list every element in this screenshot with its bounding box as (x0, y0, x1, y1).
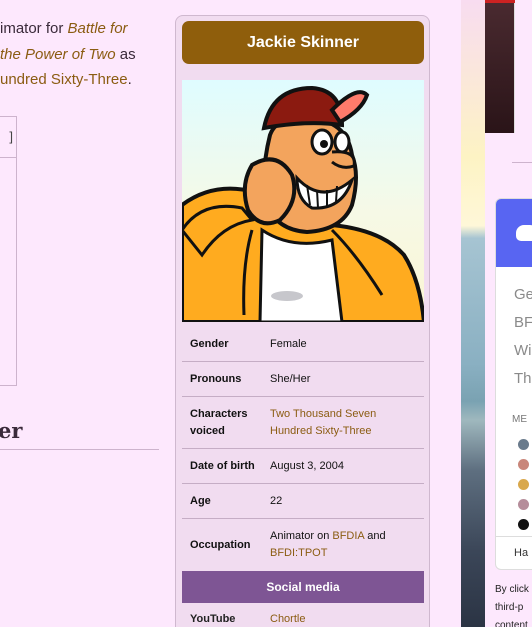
row-label: Gender (190, 338, 229, 350)
row-label: Age (190, 494, 211, 507)
infobox-row-pronouns: Pronouns She/Her (182, 362, 424, 397)
portrait-drawing (182, 80, 424, 322)
discord-icon (516, 225, 532, 241)
discord-widget[interactable]: Ge BF Wi Th Ha (495, 198, 532, 570)
row-label: Characters voiced (190, 407, 248, 437)
row-label: YouTube (190, 613, 236, 625)
article-text: as (115, 45, 136, 63)
avatar (518, 459, 529, 470)
row-label: Date of birth (190, 459, 255, 472)
infobox-row-occupation: Occupation Animator on BFDIA and BFDI:TP… (182, 519, 424, 571)
row-value: Animator on BFDIA and BFDI:TPOT (270, 528, 416, 562)
row-value: She/Her (270, 372, 311, 385)
row-value: 22 (270, 494, 283, 507)
avatar (518, 499, 529, 510)
occupation-text: Animator on (270, 530, 333, 542)
link-power-of-two[interactable]: the Power of Two (0, 46, 116, 63)
divider (512, 162, 532, 163)
heading-divider (0, 449, 159, 450)
divider (0, 157, 16, 158)
discord-join-bar[interactable]: Ha (496, 536, 532, 559)
avatar (518, 439, 529, 450)
avatar (518, 519, 529, 530)
toc-toggle[interactable]: ] (9, 129, 13, 144)
link-battle-for-bfdi[interactable]: Battle for (68, 20, 128, 37)
article-text: imator for (0, 20, 68, 37)
article-text: . (127, 71, 132, 88)
members-label: ME (512, 414, 527, 425)
infobox-row-date-of-birth: Date of birth August 3, 2004 (182, 449, 424, 484)
infobox-rows: Gender Female Pronouns She/Her Character… (182, 328, 424, 571)
table-of-contents-box: ] (0, 116, 17, 386)
infobox: Jackie Skinner Gender Female Pronouns Sh… (175, 15, 430, 627)
infobox-row-characters-voiced: Characters voiced Two Thousand Seven Hun… (182, 397, 424, 449)
character-portrait[interactable] (182, 80, 424, 322)
article-body: imator for Battle for the Power of Two a… (0, 16, 168, 93)
infobox-title: Jackie Skinner (182, 21, 424, 64)
discord-description: Ge BF Wi Th (514, 286, 532, 387)
link-bfdi-tpot[interactable]: BFDI:TPOT (270, 547, 327, 559)
link-character-voiced[interactable]: Two Thousand Seven Hundred Sixty-Three (270, 408, 376, 437)
infobox-row-gender: Gender Female (182, 328, 424, 362)
occupation-text: and (364, 530, 386, 542)
row-value: August 3, 2004 (270, 459, 345, 472)
row-value: Female (270, 338, 307, 350)
consent-text: By click third-p content (495, 584, 529, 627)
infobox-row-youtube: YouTube Chortle (182, 609, 424, 627)
right-rail: Ge BF Wi Th Ha By click third-p content (461, 0, 532, 627)
background-art (461, 0, 485, 627)
video-thumbnail[interactable] (485, 0, 515, 133)
link-youtube-channel[interactable]: Chortle (270, 613, 305, 625)
avatar (518, 479, 529, 490)
link-bfdia[interactable]: BFDIA (332, 530, 364, 542)
row-label: Occupation (190, 538, 251, 551)
row-label: Pronouns (190, 372, 242, 385)
link-character[interactable]: undred Sixty-Three (0, 71, 128, 88)
infobox-row-age: Age 22 (182, 484, 424, 519)
discord-header (496, 199, 532, 267)
section-heading: er (0, 418, 23, 443)
progress-bar (485, 0, 515, 3)
member-avatars (518, 439, 529, 539)
social-media-header: Social media (182, 571, 424, 603)
